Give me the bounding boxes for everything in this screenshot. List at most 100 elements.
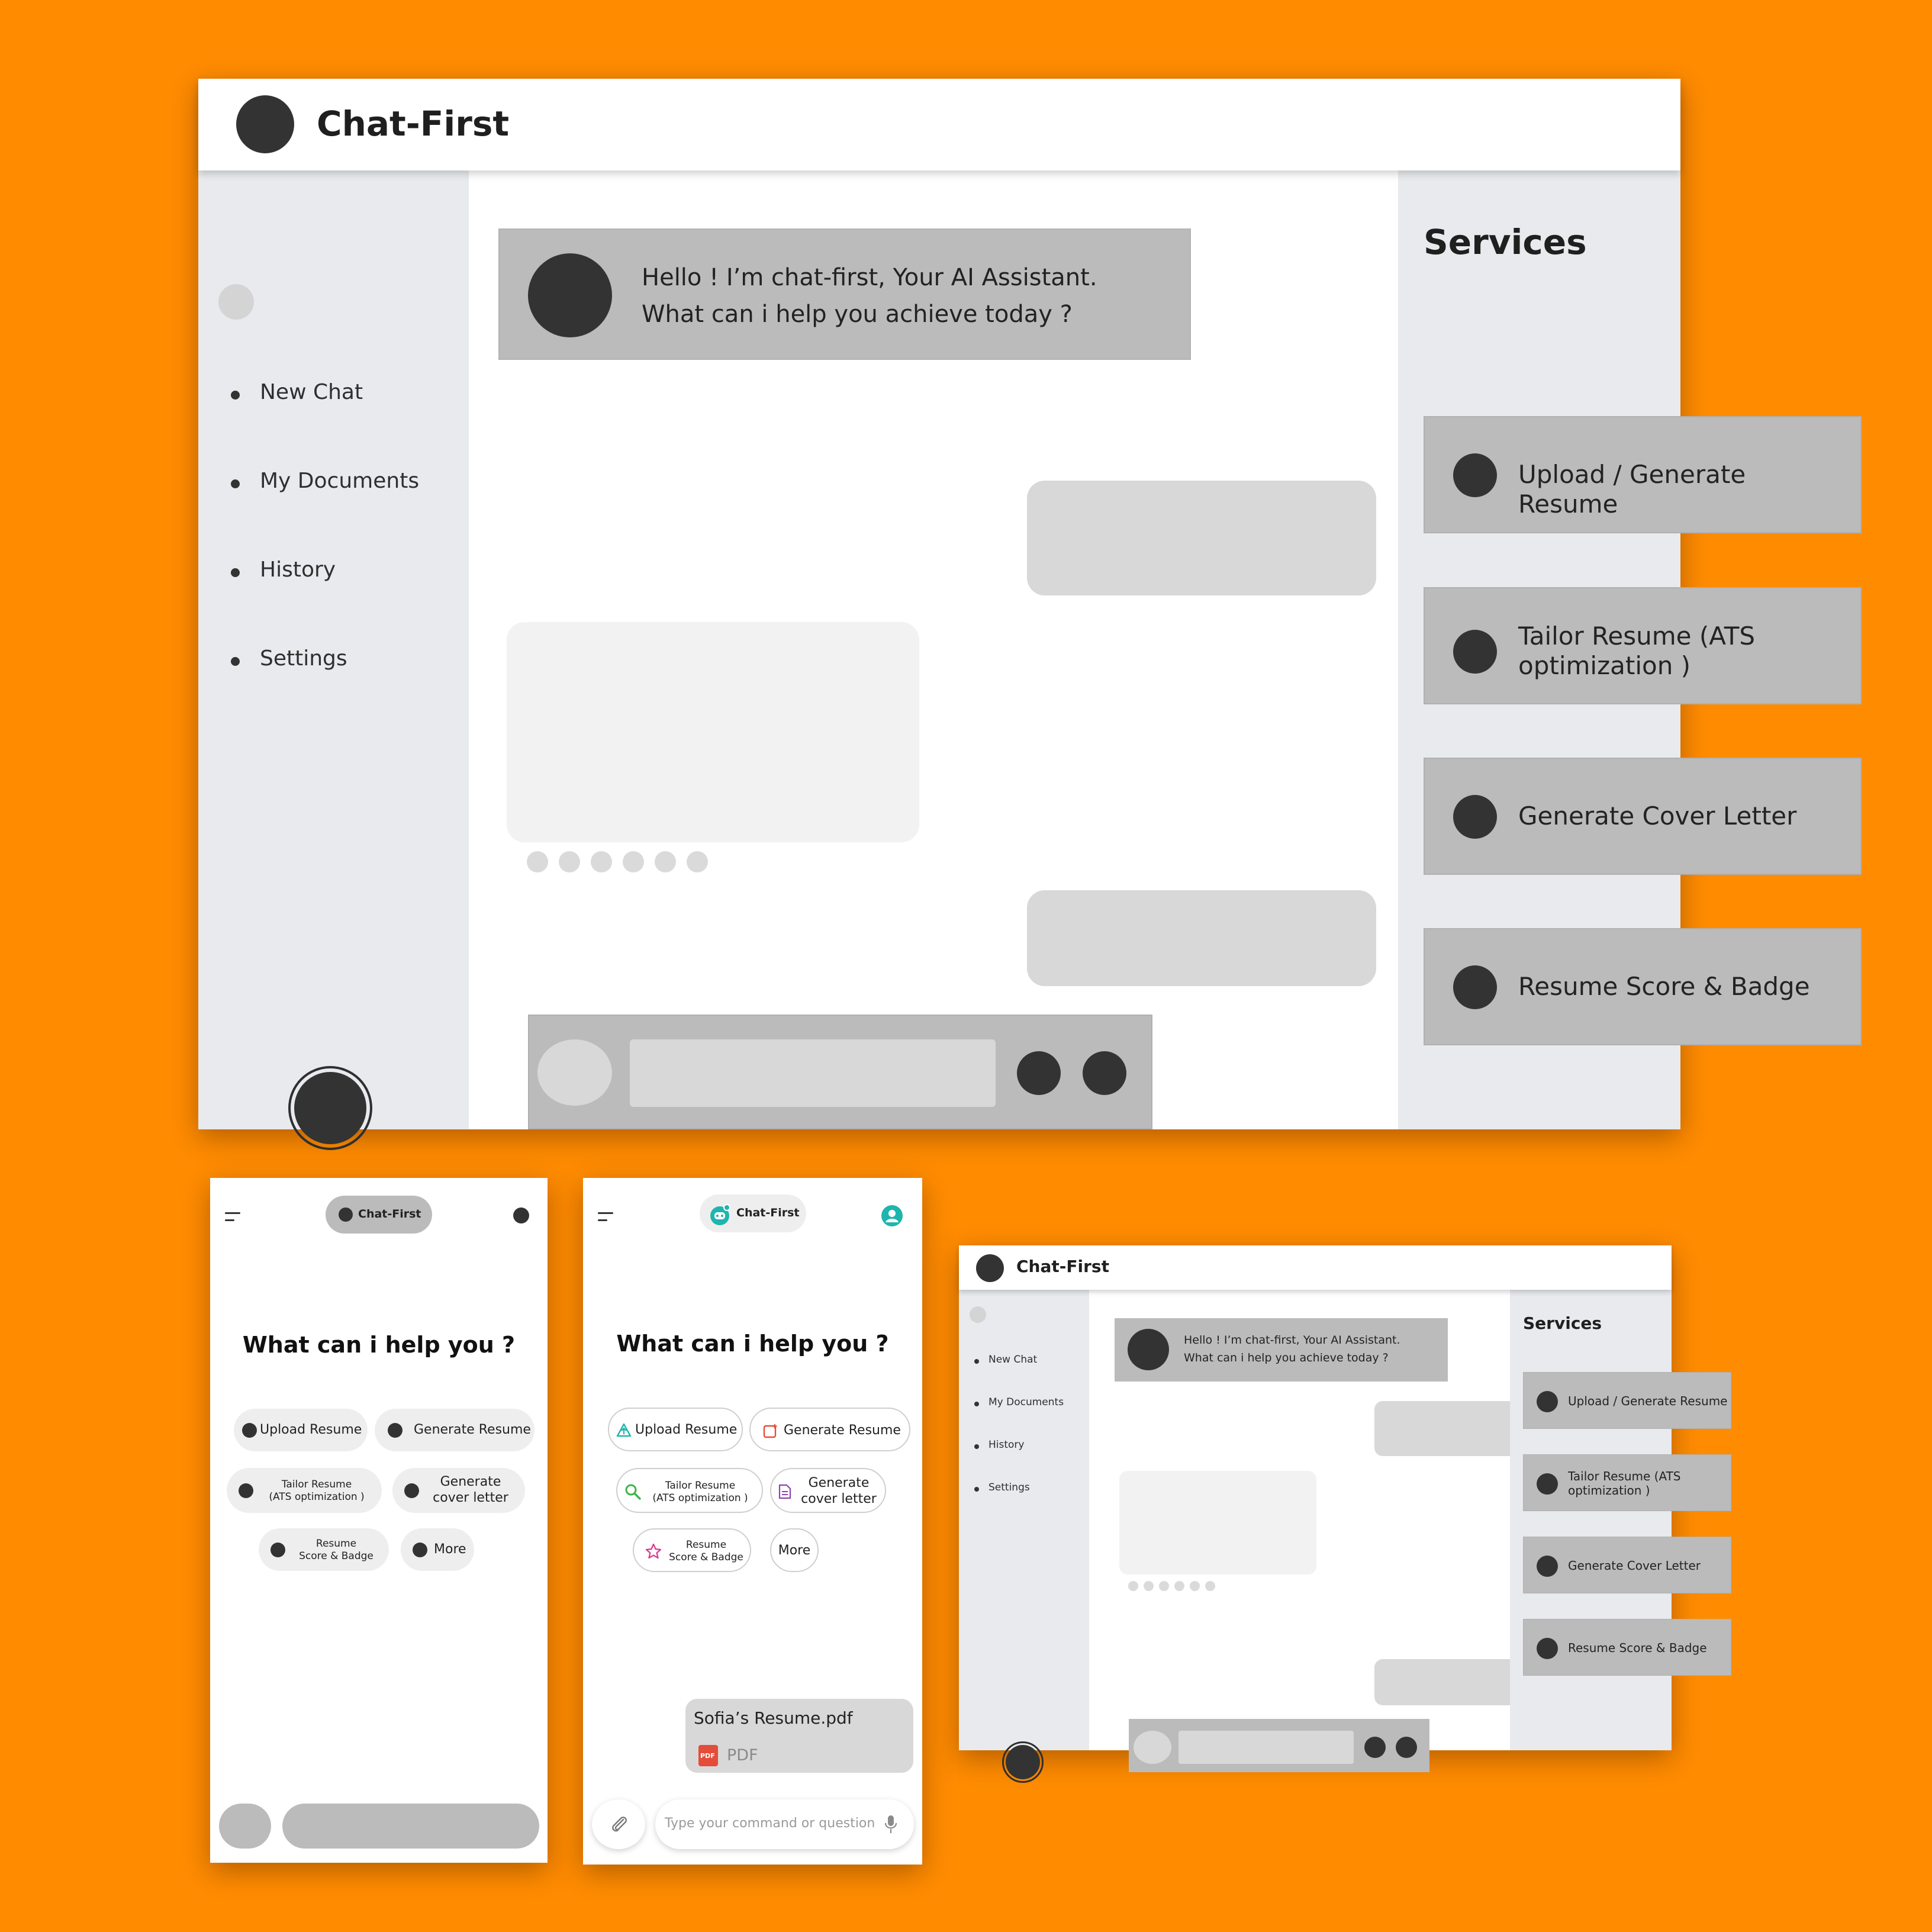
chip-upload-resume[interactable]: Upload Resume [234,1409,368,1451]
sidebar-item-new-chat[interactable]: New Chat [260,380,363,404]
chip-more[interactable]: More [770,1528,819,1572]
service-tailor-resume[interactable]: Tailor Resume (ATS optimization ) [1424,587,1862,704]
bullet-icon [231,568,240,577]
service-label-line-1: Resume Score & Badge [1568,1641,1707,1655]
assistant-greeting: Hello ! I’m chat-first, Your AI Assistan… [1115,1318,1448,1382]
magnifier-icon [625,1484,641,1500]
service-tailor-resume[interactable]: Tailor Resume (ATS optimization ) [1523,1454,1731,1511]
sidebar-item-settings[interactable]: Settings [988,1482,1030,1493]
service-label-line-1: Upload / Generate Resume [1568,1394,1728,1408]
pdf-icon-text: PDF [700,1752,715,1760]
service-icon-placeholder [1453,453,1497,497]
profile-placeholder[interactable] [513,1208,529,1223]
chip-icon-placeholder [271,1543,285,1557]
chip-label: Generate Resume [784,1423,901,1438]
typing-dot [527,851,548,872]
attachment-bubble[interactable]: Sofia’s Resume.pdf PDF PDF [685,1699,913,1773]
chip-resume-score-badge[interactable]: Resume Score & Badge [633,1528,751,1572]
chip-more[interactable]: More [401,1528,474,1571]
sidebar-toggle-placeholder[interactable] [218,284,254,320]
typing-dot [1174,1581,1184,1591]
chip-generate-resume[interactable]: Generate Resume [375,1409,534,1451]
chip-generate-cover-letter[interactable]: Generate cover letter [770,1468,886,1513]
chip-generate-resume[interactable]: Generate Resume [749,1408,910,1451]
service-label: Tailor Resume (ATS optimization ) [1518,622,1850,681]
assistant-avatar [1128,1329,1169,1370]
service-label: Upload / Generate Resume [1518,460,1850,519]
avatar-ring[interactable] [1002,1741,1044,1783]
typing-dot [1144,1581,1154,1591]
chip-label: Resume Score & Badge [292,1538,381,1563]
typing-dot [591,851,612,872]
hamburger-line [598,1219,607,1221]
assistant-message-placeholder [507,622,919,842]
brand-label: Chat-First [358,1208,421,1221]
send-button-placeholder[interactable] [1083,1051,1126,1095]
chip-label-line-2: Score & Badge [669,1551,743,1563]
service-resume-score-badge[interactable]: Resume Score & Badge [1523,1619,1731,1676]
sidebar-item-my-documents[interactable]: My Documents [988,1396,1064,1408]
brand-pill: Chat-First [700,1194,806,1232]
pdf-file-icon: PDF [698,1745,718,1766]
sidebar-item-history[interactable]: History [260,558,336,582]
message-input-placeholder[interactable] [282,1804,539,1849]
mic-button-placeholder[interactable] [1017,1051,1061,1095]
chip-label-line-1: Resume [685,1539,727,1551]
typing-dot [623,851,644,872]
service-upload-generate-resume[interactable]: Upload / Generate Resume [1523,1372,1731,1429]
assistant-avatar [528,253,612,337]
bullet-icon [231,391,240,400]
hamburger-icon[interactable] [225,1212,240,1226]
service-generate-cover-letter[interactable]: Generate Cover Letter [1424,758,1862,875]
sidebar-item-history[interactable]: History [988,1439,1024,1451]
sidebar-toggle-placeholder[interactable] [970,1306,986,1323]
chip-tailor-resume[interactable]: Tailor Resume (ATS optimization ) [227,1468,382,1513]
chip-upload-resume[interactable]: Upload Resume [608,1408,743,1451]
send-button-placeholder[interactable] [1396,1737,1417,1758]
hamburger-icon[interactable] [598,1212,613,1226]
service-icon-placeholder [1453,965,1497,1009]
message-input[interactable]: Type your command or question [655,1799,914,1849]
logo-placeholder [976,1254,1004,1282]
user-message-placeholder [1027,481,1376,595]
bullet-icon [974,1487,979,1492]
sidebar-item-my-documents[interactable]: My Documents [260,469,419,493]
greeting-text: Hello ! I’m chat-first, Your AI Assistan… [642,259,1163,333]
attach-button[interactable] [592,1799,645,1849]
bullet-icon [974,1444,979,1449]
mic-button-placeholder[interactable] [1364,1737,1386,1758]
service-resume-score-badge[interactable]: Resume Score & Badge [1424,928,1862,1045]
service-upload-generate-resume[interactable]: Upload / Generate Resume [1424,416,1862,533]
message-input-placeholder[interactable] [630,1039,996,1107]
message-input-placeholder[interactable] [1178,1731,1354,1764]
user-icon[interactable] [881,1205,903,1227]
microphone-icon[interactable] [883,1814,899,1835]
desktop-mockup-large: Chat-First New Chat My Documents History… [198,79,1862,1150]
services-panel: Services Upload / Generate Resume Tailor… [1510,1290,1731,1750]
assistant-greeting: Hello ! I’m chat-first, Your AI Assistan… [498,228,1191,360]
chip-tailor-resume[interactable]: Tailor Resume (ATS optimization ) [616,1468,763,1513]
chip-icon-placeholder [413,1543,427,1557]
chip-generate-cover-letter[interactable]: Generate cover letter [392,1468,525,1513]
chip-label: Resume Score & Badge [665,1539,748,1564]
sidebar-item-settings[interactable]: Settings [260,646,347,671]
attach-button-placeholder[interactable] [537,1039,612,1106]
chip-label-line-1: Generate [440,1474,501,1489]
brand-pill: Chat-First [326,1196,432,1234]
chip-label-line-1: Tailor Resume [665,1480,736,1492]
service-generate-cover-letter[interactable]: Generate Cover Letter [1523,1537,1731,1593]
sidebar-item-new-chat[interactable]: New Chat [988,1354,1037,1366]
chip-icon-placeholder [239,1483,253,1498]
greeting-line-2: What can i help you achieve today ? [1184,1351,1389,1364]
attach-button-placeholder[interactable] [1134,1731,1171,1764]
chip-label-line-2: (ATS optimization ) [652,1492,748,1504]
services-title: Services [1523,1313,1602,1333]
attach-button-placeholder[interactable] [219,1804,271,1849]
avatar-ring[interactable] [288,1066,372,1150]
composer-bar [528,1015,1152,1129]
chip-label: More [778,1543,811,1558]
chip-resume-score-badge[interactable]: Resume Score & Badge [259,1528,389,1571]
greeting-line-1: Hello ! I’m chat-first, Your AI Assistan… [642,264,1097,291]
service-label: Resume Score & Badge [1568,1641,1728,1655]
chip-label: Tailor Resume (ATS optimization ) [263,1479,370,1503]
